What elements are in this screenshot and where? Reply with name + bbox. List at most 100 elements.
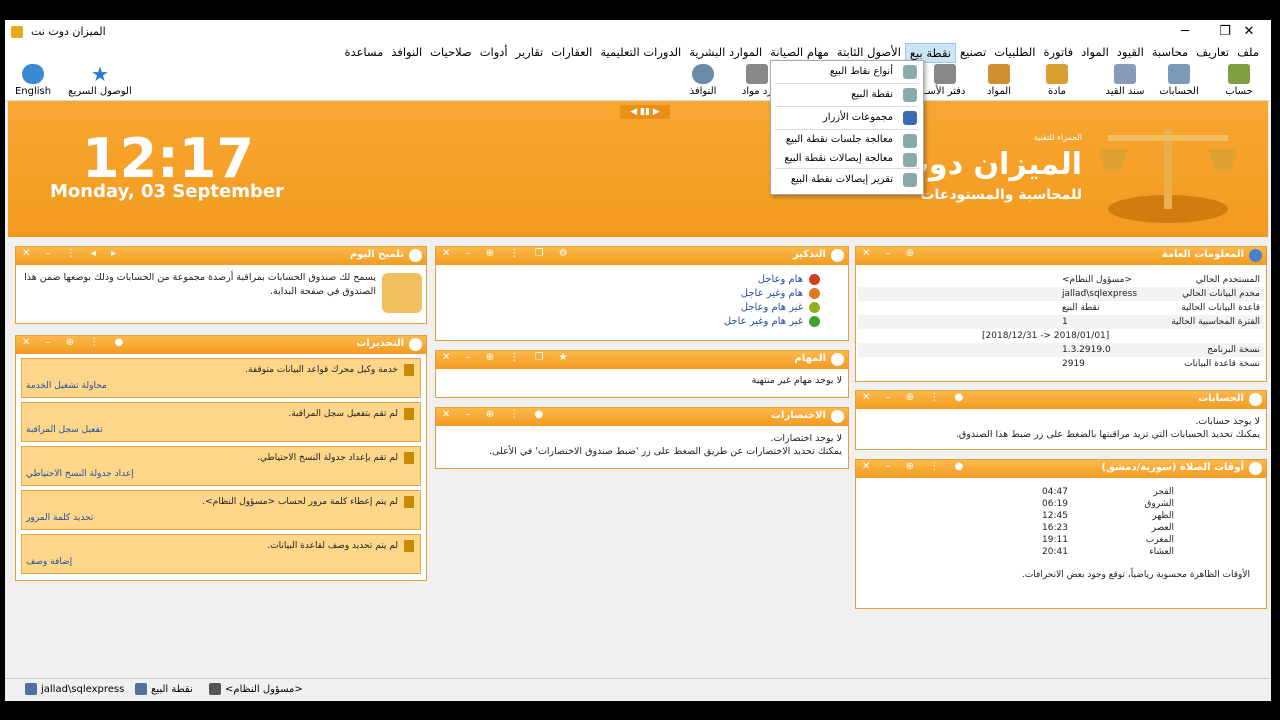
clock-date: Monday, 03 September bbox=[50, 181, 284, 202]
menu-help[interactable]: مساعدة bbox=[340, 43, 387, 63]
flag-icon bbox=[404, 408, 414, 420]
toolbar: English ★ الوصول السريع النوافذ رد مواد د… bbox=[5, 63, 1271, 101]
flag-icon bbox=[404, 540, 414, 552]
menu-tools[interactable]: أدوات bbox=[476, 43, 512, 63]
menu-materials[interactable]: المواد bbox=[1077, 43, 1113, 63]
menu-file[interactable]: ملف bbox=[1233, 43, 1263, 63]
minimize-button[interactable]: ─ bbox=[1165, 22, 1205, 42]
materials-button[interactable]: المواد bbox=[977, 64, 1021, 97]
windows-button[interactable]: النوافذ bbox=[681, 64, 725, 97]
accounts-panel: الحسابات ✕ – ⊕ ⋮ ● لا يوجد حسابات. يمكنك ت… bbox=[855, 390, 1267, 450]
english-button[interactable]: English bbox=[11, 64, 55, 97]
title-bar: الميزان دوت نت ─ ❐ ✕ bbox=[5, 20, 1271, 44]
gear-icon bbox=[903, 153, 917, 167]
menu-definitions[interactable]: تعاريف bbox=[1192, 43, 1233, 63]
prayer-row: المغرب 19:11 bbox=[1042, 535, 1174, 545]
gear-icon bbox=[903, 88, 917, 102]
clipboard-icon bbox=[382, 273, 422, 313]
menu-windows[interactable]: النوافذ bbox=[387, 43, 426, 63]
panel-controls[interactable]: ✕ – ⋮ ◂ ▸ bbox=[22, 248, 122, 259]
phone-icon bbox=[903, 111, 917, 125]
reminder-item[interactable]: غير هام وعاجل bbox=[450, 302, 820, 313]
box-icon bbox=[1046, 64, 1068, 84]
yellow-green-dot-icon bbox=[809, 302, 820, 313]
gear-icon bbox=[903, 65, 917, 79]
warning-item: لم تقم بإعداد جدولة النسخ الاحتياطي. إعدا… bbox=[21, 446, 421, 486]
menu-item-process-sessions[interactable]: معالجة جلسات نقطة البيع bbox=[771, 130, 923, 149]
star-icon: ★ bbox=[91, 62, 109, 86]
menu-item-button-groups[interactable]: مجموعات الأزرار bbox=[771, 107, 923, 129]
report-icon bbox=[903, 173, 917, 187]
menu-hr[interactable]: الموارد البشرية bbox=[685, 43, 766, 63]
accounts-icon bbox=[1249, 393, 1262, 406]
menu-invoice[interactable]: فاتورة bbox=[1039, 43, 1077, 63]
panel-controls[interactable]: ✕ – ⊕ ⋮ ❐ ⚙ bbox=[442, 248, 574, 259]
info-icon bbox=[1249, 249, 1262, 262]
panel-controls[interactable]: ✕ – ⊕ ⋮ ● bbox=[22, 337, 129, 348]
tasks-icon bbox=[831, 353, 844, 366]
main-window: الميزان دوت نت ─ ❐ ✕ ملف تعاريف محاسبة ا… bbox=[5, 20, 1271, 701]
menu-permissions[interactable]: صلاحيات bbox=[426, 43, 476, 63]
shortcuts-panel: الاختصارات ✕ – ⊕ ⋮ ● لا يوجد اختصارات. يمك… bbox=[435, 407, 849, 469]
menu-item-process-receipts[interactable]: معالجة إيصالات نقطة البيع bbox=[771, 149, 923, 168]
material-button[interactable]: مادة bbox=[1035, 64, 1079, 97]
brand-tagline: للمحاسبة والمستودعات bbox=[920, 187, 1082, 203]
banner: ◀ ▮▮ ▶ 12:17 Monday, 03 September الحمرا… bbox=[8, 101, 1268, 237]
prayer-row: الفجر 04:47 bbox=[1042, 487, 1174, 497]
accounts-button[interactable]: الحسابات bbox=[1157, 64, 1201, 97]
info-row: الفترة المحاسبية الحالية 1 bbox=[858, 315, 1264, 329]
reminder-icon bbox=[831, 249, 844, 262]
menu-item-receipts-report[interactable]: تقرير إيصالات نقطة البيع bbox=[771, 169, 923, 191]
quick-access-button[interactable]: ★ الوصول السريع bbox=[65, 64, 135, 97]
menu-entries[interactable]: القيود bbox=[1113, 43, 1148, 63]
menu-courses[interactable]: الدورات التعليمية bbox=[596, 43, 685, 63]
company-name: الحمراء للتقنية bbox=[1033, 133, 1082, 142]
reminder-item[interactable]: هام وغير عاجل bbox=[450, 288, 820, 299]
menu-item-pos-types[interactable]: أنواع نقاط البيع bbox=[771, 61, 923, 83]
menu-manufacturing[interactable]: تصنيع bbox=[956, 43, 990, 63]
gear-icon bbox=[903, 134, 917, 148]
warnings-panel: التحذيرات ✕ – ⊕ ⋮ ● خدمة وكيل محرك قواعد … bbox=[15, 335, 427, 581]
user-icon bbox=[209, 683, 221, 695]
warning-item: خدمة وكيل محرك قواعد البيانات متوقفة. محا… bbox=[21, 358, 421, 398]
info-row: قاعدة البيانات الحالية نقطة البيع bbox=[1062, 303, 1260, 313]
info-row: نسخة البرنامج 1.3.2919.0 bbox=[858, 343, 1264, 357]
general-info-panel: المعلومات العامة ✕ – ⊕ المستخدم الحالي <مس… bbox=[855, 246, 1267, 382]
entry-voucher-button[interactable]: سند القيد bbox=[1103, 64, 1147, 97]
pencil-icon bbox=[1228, 64, 1250, 84]
status-bar: jallad\sqlexpress نقطة البيع <مسؤول النظ… bbox=[5, 678, 1271, 700]
menu-item-pos[interactable]: نقطة البيع bbox=[771, 84, 923, 106]
warning-item: لم تقم بتفعيل سجل المراقبة. تفعيل سجل الم… bbox=[21, 402, 421, 442]
reminder-item[interactable]: غير هام وغير عاجل bbox=[450, 316, 820, 327]
menu-orders[interactable]: الطلبيات bbox=[990, 43, 1039, 63]
database-icon bbox=[25, 683, 37, 695]
panel-controls[interactable]: ✕ – ⊕ ⋮ ● bbox=[442, 409, 549, 420]
close-button[interactable]: ✕ bbox=[1229, 22, 1269, 42]
panel-controls[interactable]: ✕ – ⊕ ⋮ ● bbox=[862, 392, 969, 403]
ledger-button[interactable]: دفتر الأسـ bbox=[923, 64, 967, 97]
menu-reports[interactable]: تقارير bbox=[512, 43, 548, 63]
warning-item: لم يتم تحديد وصف لقاعدة البيانات. إضافة و… bbox=[21, 534, 421, 574]
warning-item: لم يتم إعطاء كلمة مرور لحساب <مسؤول النظ… bbox=[21, 490, 421, 530]
database-icon bbox=[135, 683, 147, 695]
tip-panel: تلميح اليوم ✕ – ⋮ ◂ ▸ يسمح لك صندوق الحسا… bbox=[15, 246, 427, 324]
panel-controls[interactable]: ✕ – ⊕ ⋮ ● bbox=[862, 461, 969, 472]
info-row: مخدم البيانات الحالي jallad\sqlexpress bbox=[858, 287, 1264, 301]
banner-controls[interactable]: ◀ ▮▮ ▶ bbox=[620, 105, 670, 119]
bulb-icon bbox=[409, 249, 422, 262]
reminder-item[interactable]: هام وعاجل bbox=[450, 274, 820, 285]
printer-icon bbox=[934, 64, 956, 84]
flag-icon bbox=[404, 452, 414, 464]
scales-logo-icon bbox=[1098, 129, 1238, 223]
account-button[interactable]: حساب bbox=[1217, 64, 1261, 97]
panel-controls[interactable]: ✕ – ⊕ ⋮ ❐ ★ bbox=[442, 352, 574, 363]
info-row: المستخدم الحالي <مسؤول النظام> bbox=[1062, 275, 1260, 285]
panel-controls[interactable]: ✕ – ⊕ bbox=[862, 248, 920, 259]
red-dot-icon bbox=[809, 274, 820, 285]
shortcuts-icon bbox=[831, 410, 844, 423]
prayer-row: العصر 16:23 bbox=[1042, 523, 1174, 533]
app-icon bbox=[11, 26, 23, 38]
status-database: نقطة البيع bbox=[135, 683, 193, 695]
menu-real-estate[interactable]: العقارات bbox=[547, 43, 596, 63]
menu-accounting[interactable]: محاسبة bbox=[1148, 43, 1192, 63]
